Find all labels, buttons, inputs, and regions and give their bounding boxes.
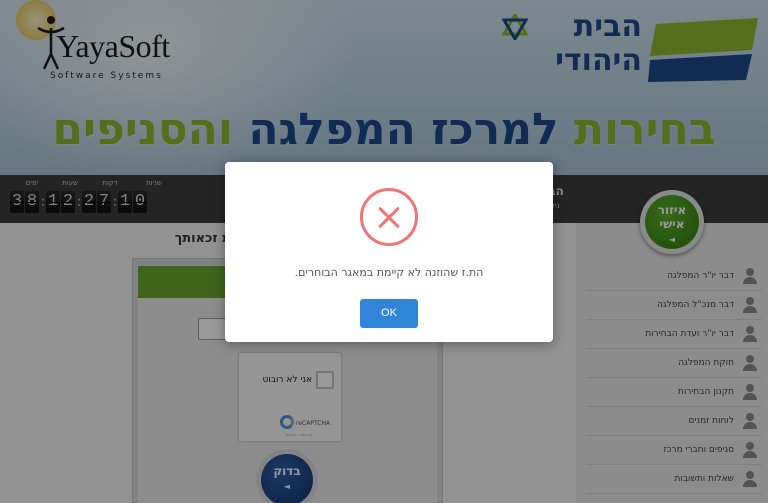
- ok-button[interactable]: OK: [360, 299, 418, 328]
- error-message: הת.ז שהוזנה לא קיימת במאגר הבוחרים.: [294, 266, 484, 279]
- error-x-icon: [360, 188, 418, 246]
